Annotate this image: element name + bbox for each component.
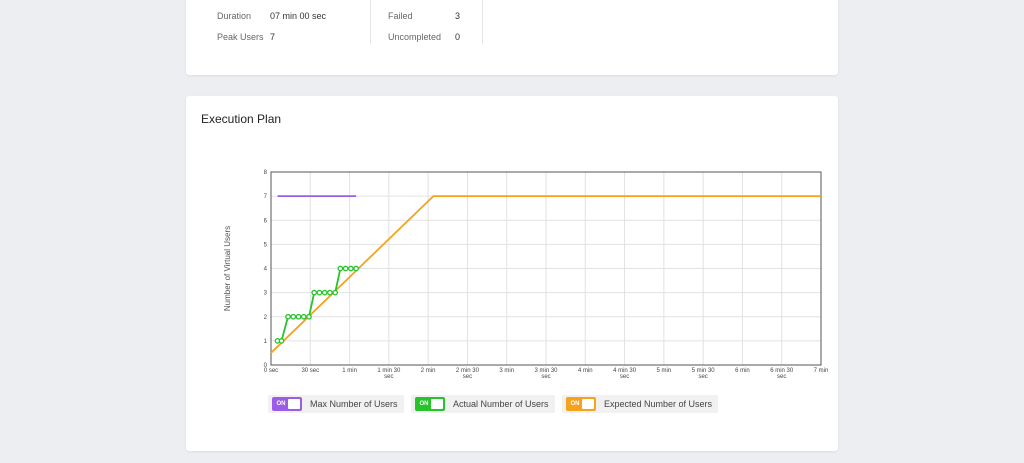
actual-number-of-users-point bbox=[316, 289, 323, 296]
uncompleted-label: Uncompleted bbox=[388, 32, 442, 42]
x-tick-label: 1 min 30 sec bbox=[377, 368, 401, 380]
x-tick-label: 2 min 30 sec bbox=[456, 368, 480, 380]
failed-label: Failed bbox=[388, 11, 413, 21]
divider bbox=[370, 0, 371, 44]
actual-number-of-users-point bbox=[348, 265, 354, 272]
x-tick-label: 3 min bbox=[499, 368, 514, 374]
legend-label-expected-users: Expected Number of Users bbox=[604, 399, 713, 409]
expected-users-toggle[interactable]: ON bbox=[566, 397, 596, 411]
actual-number-of-users-point bbox=[311, 289, 318, 296]
toggle-knob bbox=[288, 399, 300, 409]
execution-plan-chart: 0123456780 sec 30 sec 1 min 1 min 30 sec2 mi… bbox=[223, 170, 829, 380]
x-tick-label: 6 min 30 sec bbox=[770, 368, 794, 380]
x-tick-label: 1 min bbox=[342, 368, 357, 374]
legend-label-max-users: Max Number of Users bbox=[310, 399, 398, 409]
duration-label: Duration bbox=[217, 11, 252, 21]
actual-number-of-users-point bbox=[285, 313, 291, 320]
actual-number-of-users-point bbox=[332, 289, 339, 296]
failed-value: 3 bbox=[455, 11, 461, 21]
actual-number-of-users-point bbox=[327, 289, 333, 296]
actual-number-of-users-point bbox=[300, 313, 307, 320]
peak-users-value: 7 bbox=[270, 32, 276, 42]
x-tick-label: 7 min bbox=[814, 368, 829, 374]
legend-max-users[interactable]: ON Max Number of Users bbox=[268, 395, 404, 413]
duration-value: 07 min 00 sec bbox=[270, 11, 327, 21]
y-tick-label: 8 bbox=[264, 170, 268, 176]
x-tick-label: 5 min 30 sec bbox=[692, 368, 716, 380]
toggle-knob bbox=[582, 399, 594, 409]
x-tick-label: 4 min bbox=[578, 368, 593, 374]
y-tick-label: 1 bbox=[264, 339, 268, 345]
actual-number-of-users-point bbox=[290, 313, 297, 320]
y-tick-label: 6 bbox=[264, 218, 268, 224]
y-tick-label: 4 bbox=[264, 267, 268, 273]
x-tick-label: 5 min bbox=[657, 368, 672, 374]
legend-label-actual-users: Actual Number of Users bbox=[453, 399, 549, 409]
peak-users-label: Peak Users bbox=[217, 32, 264, 42]
max-users-toggle[interactable]: ON bbox=[272, 397, 302, 411]
y-tick-label: 2 bbox=[264, 315, 268, 321]
actual-number-of-users-point bbox=[337, 265, 344, 272]
toggle-knob bbox=[431, 399, 443, 409]
y-tick-label: 7 bbox=[264, 194, 268, 200]
actual-users-toggle[interactable]: ON bbox=[415, 397, 445, 411]
x-tick-label: 2 min bbox=[421, 368, 436, 374]
toggle-on-text: ON bbox=[570, 401, 580, 407]
y-axis-title: Number of Virtual Users bbox=[223, 226, 232, 311]
legend-expected-users[interactable]: ON Expected Number of Users bbox=[562, 395, 719, 413]
x-tick-label: 0 sec bbox=[264, 368, 278, 374]
divider bbox=[482, 0, 483, 44]
actual-number-of-users-point bbox=[321, 289, 328, 296]
actual-number-of-users-point bbox=[342, 265, 349, 272]
uncompleted-value: 0 bbox=[455, 32, 461, 42]
x-tick-label: 3 min 30 sec bbox=[534, 368, 558, 380]
x-tick-label: 4 min 30 sec bbox=[613, 368, 637, 380]
toggle-on-text: ON bbox=[419, 401, 429, 407]
x-tick-label: 30 sec bbox=[301, 368, 319, 374]
actual-number-of-users-point bbox=[278, 338, 285, 344]
toggle-on-text: ON bbox=[276, 401, 286, 407]
y-tick-label: 3 bbox=[264, 291, 268, 297]
actual-number-of-users-point bbox=[353, 265, 359, 272]
execution-plan-card: Execution Plan 0123456780 sec 30 sec 1 min… bbox=[186, 96, 838, 451]
y-tick-label: 5 bbox=[264, 242, 268, 248]
actual-number-of-users-point bbox=[295, 313, 302, 320]
actual-number-of-users-point bbox=[306, 313, 312, 320]
summary-card: Duration 07 min 00 sec Peak Users 7 Fail… bbox=[186, 0, 838, 75]
x-tick-label: 6 min bbox=[735, 368, 750, 374]
legend-actual-users[interactable]: ON Actual Number of Users bbox=[411, 395, 555, 413]
